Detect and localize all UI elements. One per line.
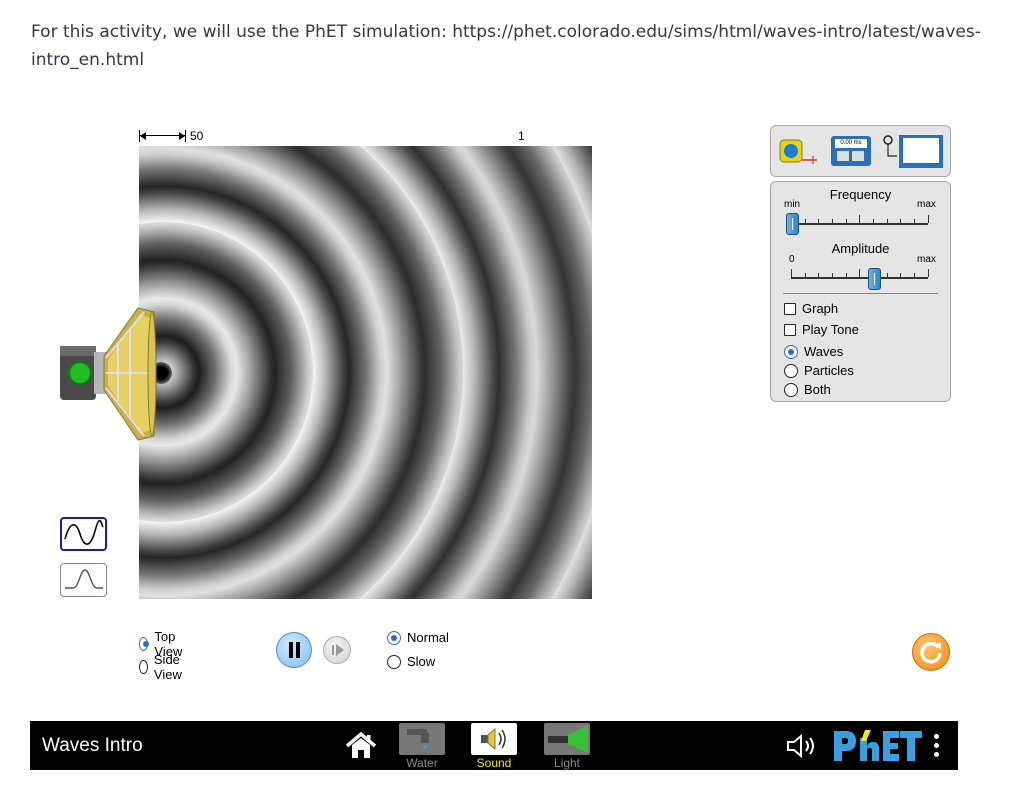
slow-speed-radio[interactable]: Slow xyxy=(387,654,435,669)
navigation-bar: Waves Intro Water Sound Light xyxy=(30,721,958,770)
water-faucet-icon xyxy=(399,723,445,755)
frequency-slider[interactable] xyxy=(771,210,950,236)
both-radio[interactable]: Both xyxy=(784,382,831,397)
options-menu-button[interactable] xyxy=(933,732,941,760)
kebab-menu-icon xyxy=(934,734,939,739)
screen-sound[interactable]: Sound xyxy=(471,721,517,770)
pause-button[interactable] xyxy=(276,632,312,668)
reset-all-button[interactable] xyxy=(912,633,950,671)
graph-checkbox[interactable]: Graph xyxy=(784,301,838,316)
continuous-wave-button[interactable] xyxy=(60,517,107,551)
normal-speed-radio[interactable]: Normal xyxy=(387,630,449,645)
amplitude-slider[interactable] xyxy=(771,264,950,290)
phet-logo[interactable] xyxy=(832,728,928,764)
home-icon xyxy=(345,731,377,758)
laser-icon xyxy=(544,723,590,755)
play-tone-checkbox-box[interactable] xyxy=(784,323,796,336)
particles-radio[interactable]: Particles xyxy=(784,363,854,378)
stopwatch-tool[interactable]: 0.00 ms xyxy=(829,134,873,168)
stopwatch-readout: 0.00 ms xyxy=(835,139,867,148)
step-forward-button[interactable] xyxy=(323,636,351,664)
panel-separator xyxy=(783,293,938,294)
pulse-icon xyxy=(65,569,103,589)
reset-icon xyxy=(920,641,942,664)
measuring-tape-tool[interactable] xyxy=(777,134,821,168)
tools-panel: 0.00 ms xyxy=(770,125,951,177)
sine-wave-icon xyxy=(64,519,104,545)
graph-checkbox-box[interactable] xyxy=(784,302,796,315)
speaker[interactable] xyxy=(58,304,158,444)
play-tone-checkbox[interactable]: Play Tone xyxy=(784,322,859,337)
side-view-radio[interactable]: Side View xyxy=(139,652,187,682)
phet-logo-icon xyxy=(834,730,922,761)
wave-meter-icon xyxy=(883,135,943,168)
home-button[interactable] xyxy=(344,731,378,761)
sound-toggle-button[interactable] xyxy=(785,733,819,759)
frequency-min-label: min xyxy=(784,199,801,210)
waves-radio[interactable]: Waves xyxy=(784,344,843,359)
amplitude-thumb[interactable] xyxy=(868,268,882,290)
screen-light[interactable]: Light xyxy=(544,721,590,770)
wave-area xyxy=(139,146,592,599)
frequency-max-label: max xyxy=(917,199,936,210)
length-scale-indicator xyxy=(139,130,187,142)
control-panel: Frequency min max Amplitude 0 max Graph … xyxy=(770,181,951,402)
measuring-tape-icon xyxy=(779,139,817,164)
speaker-icon xyxy=(471,723,517,755)
sim-title: Waves Intro xyxy=(42,735,143,756)
screen-water[interactable]: Water xyxy=(399,721,445,770)
pulse-wave-button[interactable] xyxy=(60,563,107,597)
activity-instructions: For this activity, we will use the PhET … xyxy=(31,22,981,70)
frequency-thumb[interactable] xyxy=(786,213,799,235)
pause-icon xyxy=(289,642,293,658)
speaker-sound-icon xyxy=(787,733,814,759)
wave-meter-tool[interactable] xyxy=(879,132,945,170)
step-icon xyxy=(332,645,334,655)
